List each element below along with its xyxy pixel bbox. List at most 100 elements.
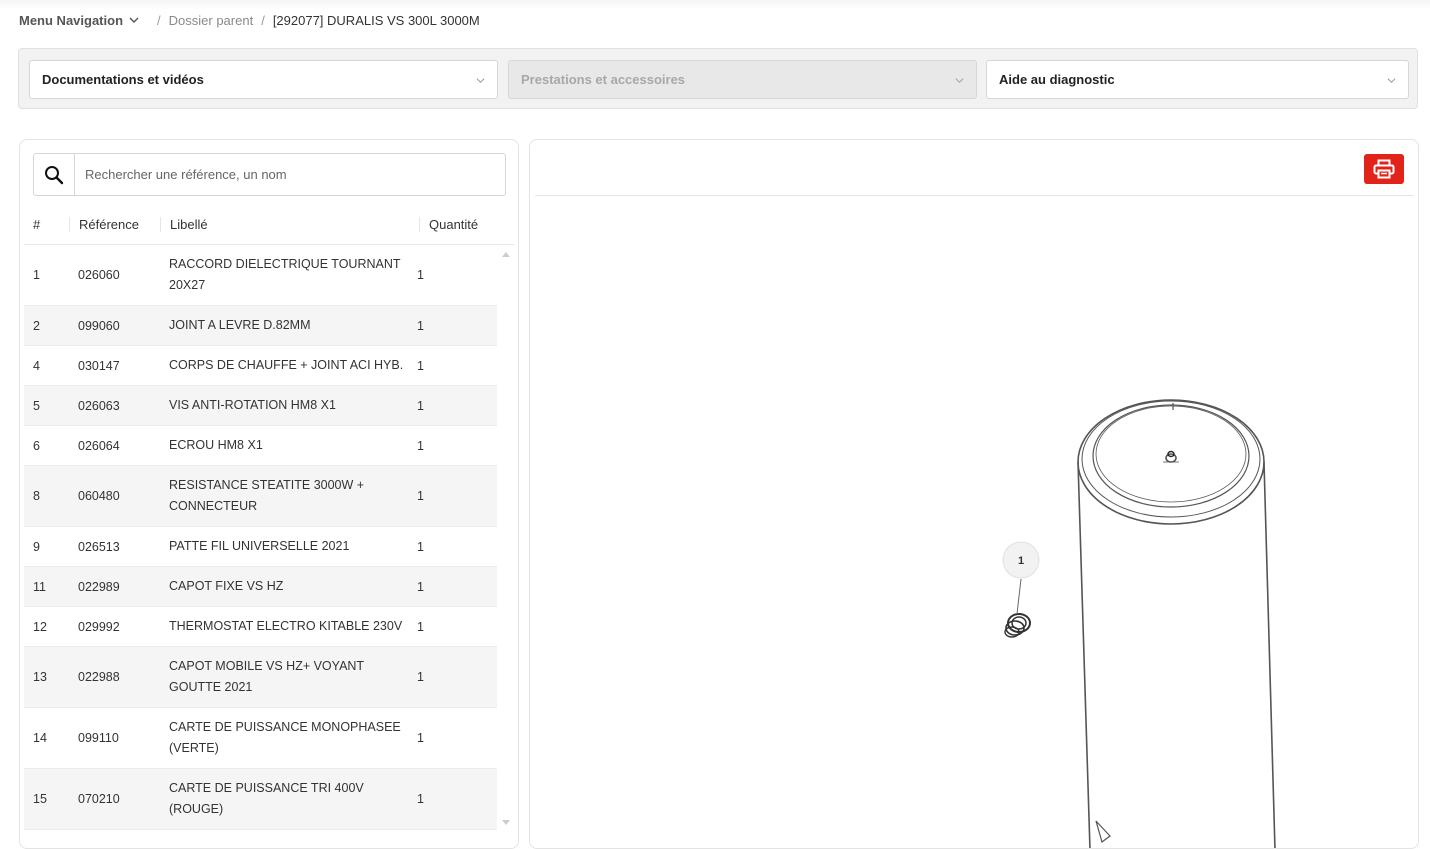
table-row[interactable]: 6 026064 ECROU HM8 X1 1 bbox=[24, 426, 497, 466]
table-header: # Référence Libellé Quantité bbox=[24, 205, 514, 245]
search-box bbox=[33, 153, 506, 196]
table-row[interactable]: 1 026060 RACCORD DIELECTRIQUE TOURNANT 20X… bbox=[24, 245, 497, 306]
row-libelle: CAPOT MOBILE VS HZ+ VOYANT GOUTTE 2021 bbox=[169, 659, 364, 694]
callout-leader-line bbox=[1016, 578, 1022, 615]
chevron-down-icon bbox=[129, 17, 139, 23]
chevron-down-icon bbox=[1387, 78, 1396, 83]
row-libelle: CORPS DE CHAUFFE + JOINT ACI HYB. bbox=[169, 358, 404, 372]
row-quantite: 1 bbox=[417, 619, 424, 634]
row-libelle: ECROU HM8 X1 bbox=[169, 438, 263, 452]
row-num: 6 bbox=[33, 438, 40, 453]
printer-icon bbox=[1373, 159, 1395, 179]
table-scrollbar[interactable] bbox=[500, 246, 512, 836]
row-reference: 099060 bbox=[78, 318, 120, 333]
chevron-down-icon bbox=[476, 78, 485, 83]
row-libelle: JOINT A LEVRE D.82MM bbox=[169, 318, 311, 332]
diagram-panel: 1 bbox=[529, 139, 1419, 849]
row-reference: 026064 bbox=[78, 438, 120, 453]
row-libelle: CARTE DE PUISSANCE MONOPHASEE (VERTE) bbox=[169, 720, 401, 755]
scroll-up-arrow-icon[interactable] bbox=[502, 252, 510, 257]
row-quantite: 1 bbox=[417, 539, 424, 554]
row-quantite: 1 bbox=[417, 731, 424, 745]
table-row[interactable]: 9 026513 PATTE FIL UNIVERSELLE 2021 1 bbox=[24, 527, 497, 567]
header-quantite[interactable]: Quantité bbox=[419, 217, 514, 232]
prestations-select: Prestations et accessoires bbox=[508, 60, 977, 99]
row-quantite: 1 bbox=[417, 398, 424, 413]
row-num: 8 bbox=[33, 489, 40, 503]
row-reference: 026513 bbox=[78, 539, 120, 554]
row-quantite: 1 bbox=[417, 318, 424, 333]
row-libelle: RESISTANCE STEATITE 3000W + CONNECTEUR bbox=[169, 478, 365, 513]
dielectric-fitting-part bbox=[1004, 613, 1031, 638]
row-reference: 026063 bbox=[78, 398, 120, 413]
row-reference: 022988 bbox=[78, 670, 120, 684]
callout-label: 1 bbox=[1018, 555, 1024, 567]
table-row[interactable]: 8 060480 RESISTANCE STEATITE 3000W + CONNE… bbox=[24, 466, 497, 527]
parts-list-panel: # Référence Libellé Quantité 1 026060 RACC… bbox=[19, 139, 519, 849]
row-num: 2 bbox=[33, 318, 40, 333]
water-heater-drawing bbox=[1077, 399, 1276, 848]
callout-1[interactable]: 1 bbox=[1002, 541, 1040, 579]
table-row[interactable]: 5 026063 VIS ANTI-ROTATION HM8 X1 1 bbox=[24, 386, 497, 426]
row-reference: 026060 bbox=[78, 268, 120, 282]
row-quantite: 1 bbox=[417, 489, 424, 503]
scroll-down-arrow-icon[interactable] bbox=[502, 820, 510, 825]
row-quantite: 1 bbox=[417, 670, 424, 684]
row-num: 15 bbox=[33, 792, 47, 806]
row-num: 5 bbox=[33, 398, 40, 413]
menu-navigation-label: Menu Navigation bbox=[19, 12, 124, 28]
table-row[interactable]: 14 099110 CARTE DE PUISSANCE MONOPHASEE (V… bbox=[24, 708, 497, 769]
breadcrumb-current: [292077] DURALIS VS 300L 3000M bbox=[272, 12, 480, 28]
search-button[interactable] bbox=[34, 154, 75, 195]
select-label: Documentations et vidéos bbox=[42, 72, 204, 87]
header-libelle[interactable]: Libellé bbox=[160, 217, 419, 232]
row-quantite: 1 bbox=[417, 579, 424, 594]
documentations-select[interactable]: Documentations et vidéos bbox=[29, 60, 498, 99]
breadcrumb-separator: / bbox=[157, 12, 161, 28]
table-row[interactable]: 4 030147 CORPS DE CHAUFFE + JOINT ACI HYB.… bbox=[24, 346, 497, 386]
search-icon bbox=[45, 165, 64, 184]
table-row[interactable]: 11 022989 CAPOT FIXE VS HZ 1 bbox=[24, 567, 497, 607]
row-quantite: 1 bbox=[417, 358, 424, 373]
breadcrumb: Menu Navigation / Dossier parent / [2920… bbox=[19, 11, 480, 29]
row-quantite: 1 bbox=[417, 438, 424, 453]
row-reference: 070210 bbox=[78, 792, 120, 806]
print-button[interactable] bbox=[1364, 154, 1404, 184]
aide-diagnostic-select[interactable]: Aide au diagnostic bbox=[986, 60, 1409, 99]
exploded-view-diagram: 1 bbox=[1002, 399, 1276, 848]
breadcrumb-parent-link[interactable]: Dossier parent bbox=[169, 13, 254, 28]
row-num: 14 bbox=[33, 731, 47, 745]
row-reference: 060480 bbox=[78, 489, 120, 503]
table-row[interactable]: 2 099060 JOINT A LEVRE D.82MM 1 bbox=[24, 306, 497, 346]
row-reference: 022989 bbox=[78, 579, 120, 594]
row-quantite: 1 bbox=[417, 792, 424, 806]
row-libelle: PATTE FIL UNIVERSELLE 2021 bbox=[169, 539, 350, 553]
filter-bar: Documentations et vidéos Prestations et … bbox=[18, 48, 1418, 109]
table-row[interactable]: 13 022988 CAPOT MOBILE VS HZ+ VOYANT GOUTT… bbox=[24, 647, 497, 708]
breadcrumb-separator: / bbox=[261, 12, 265, 28]
menu-navigation-dropdown[interactable]: Menu Navigation bbox=[19, 13, 139, 28]
row-num: 12 bbox=[33, 619, 47, 634]
table-row[interactable]: 15 070210 CARTE DE PUISSANCE TRI 400V (ROU… bbox=[24, 769, 497, 830]
row-libelle: CAPOT FIXE VS HZ bbox=[169, 579, 284, 593]
select-label: Prestations et accessoires bbox=[521, 72, 686, 87]
table-row[interactable]: 12 029992 THERMOSTAT ELECTRO KITABLE 230V 1 bbox=[24, 607, 497, 647]
table-body: 1 026060 RACCORD DIELECTRIQUE TOURNANT 20X… bbox=[24, 245, 497, 830]
row-libelle: RACCORD DIELECTRIQUE TOURNANT 20X27 bbox=[169, 257, 401, 292]
row-num: 9 bbox=[33, 539, 40, 554]
header-num[interactable]: # bbox=[24, 217, 69, 232]
row-quantite: 1 bbox=[417, 268, 424, 282]
row-num: 1 bbox=[33, 268, 40, 282]
row-libelle: VIS ANTI-ROTATION HM8 X1 bbox=[169, 398, 336, 412]
diagram-toolbar bbox=[535, 140, 1414, 196]
row-libelle: CARTE DE PUISSANCE TRI 400V (ROUGE) bbox=[169, 781, 364, 816]
header-reference[interactable]: Référence bbox=[69, 217, 160, 232]
row-num: 4 bbox=[33, 358, 40, 373]
row-reference: 029992 bbox=[78, 619, 120, 634]
search-input[interactable] bbox=[75, 166, 487, 183]
row-num: 11 bbox=[33, 579, 46, 594]
select-label: Aide au diagnostic bbox=[999, 72, 1115, 87]
top-shadow bbox=[0, 0, 1430, 10]
row-reference: 099110 bbox=[78, 731, 119, 745]
row-libelle: THERMOSTAT ELECTRO KITABLE 230V bbox=[169, 619, 403, 633]
